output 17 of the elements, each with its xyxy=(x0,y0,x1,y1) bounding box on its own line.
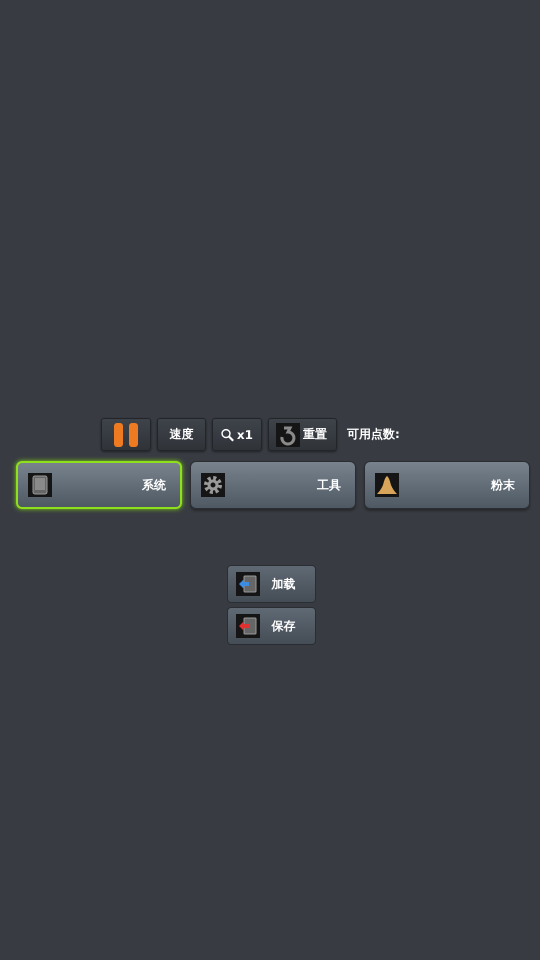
gear-icon xyxy=(201,473,225,497)
save-icon xyxy=(236,614,260,638)
speed-button[interactable]: 速度 xyxy=(157,418,206,451)
save-button[interactable]: 保存 xyxy=(226,607,316,645)
reset-icon xyxy=(276,422,300,446)
load-icon xyxy=(236,572,260,596)
category-tab[interactable]: 工具 xyxy=(190,461,356,509)
zoom-button[interactable]: x1 xyxy=(212,418,262,451)
category-tab[interactable]: 系统 xyxy=(16,461,182,509)
pause-icon xyxy=(113,422,139,446)
reset-button[interactable]: 重置 xyxy=(268,418,337,451)
load-button[interactable]: 加载 xyxy=(226,565,316,603)
tablet-icon xyxy=(28,473,52,497)
powder-pile-icon xyxy=(375,473,399,497)
pause-button[interactable] xyxy=(101,418,151,451)
points-label: 可用点数: xyxy=(347,426,400,443)
category-tab[interactable]: 粉末 xyxy=(364,461,530,509)
